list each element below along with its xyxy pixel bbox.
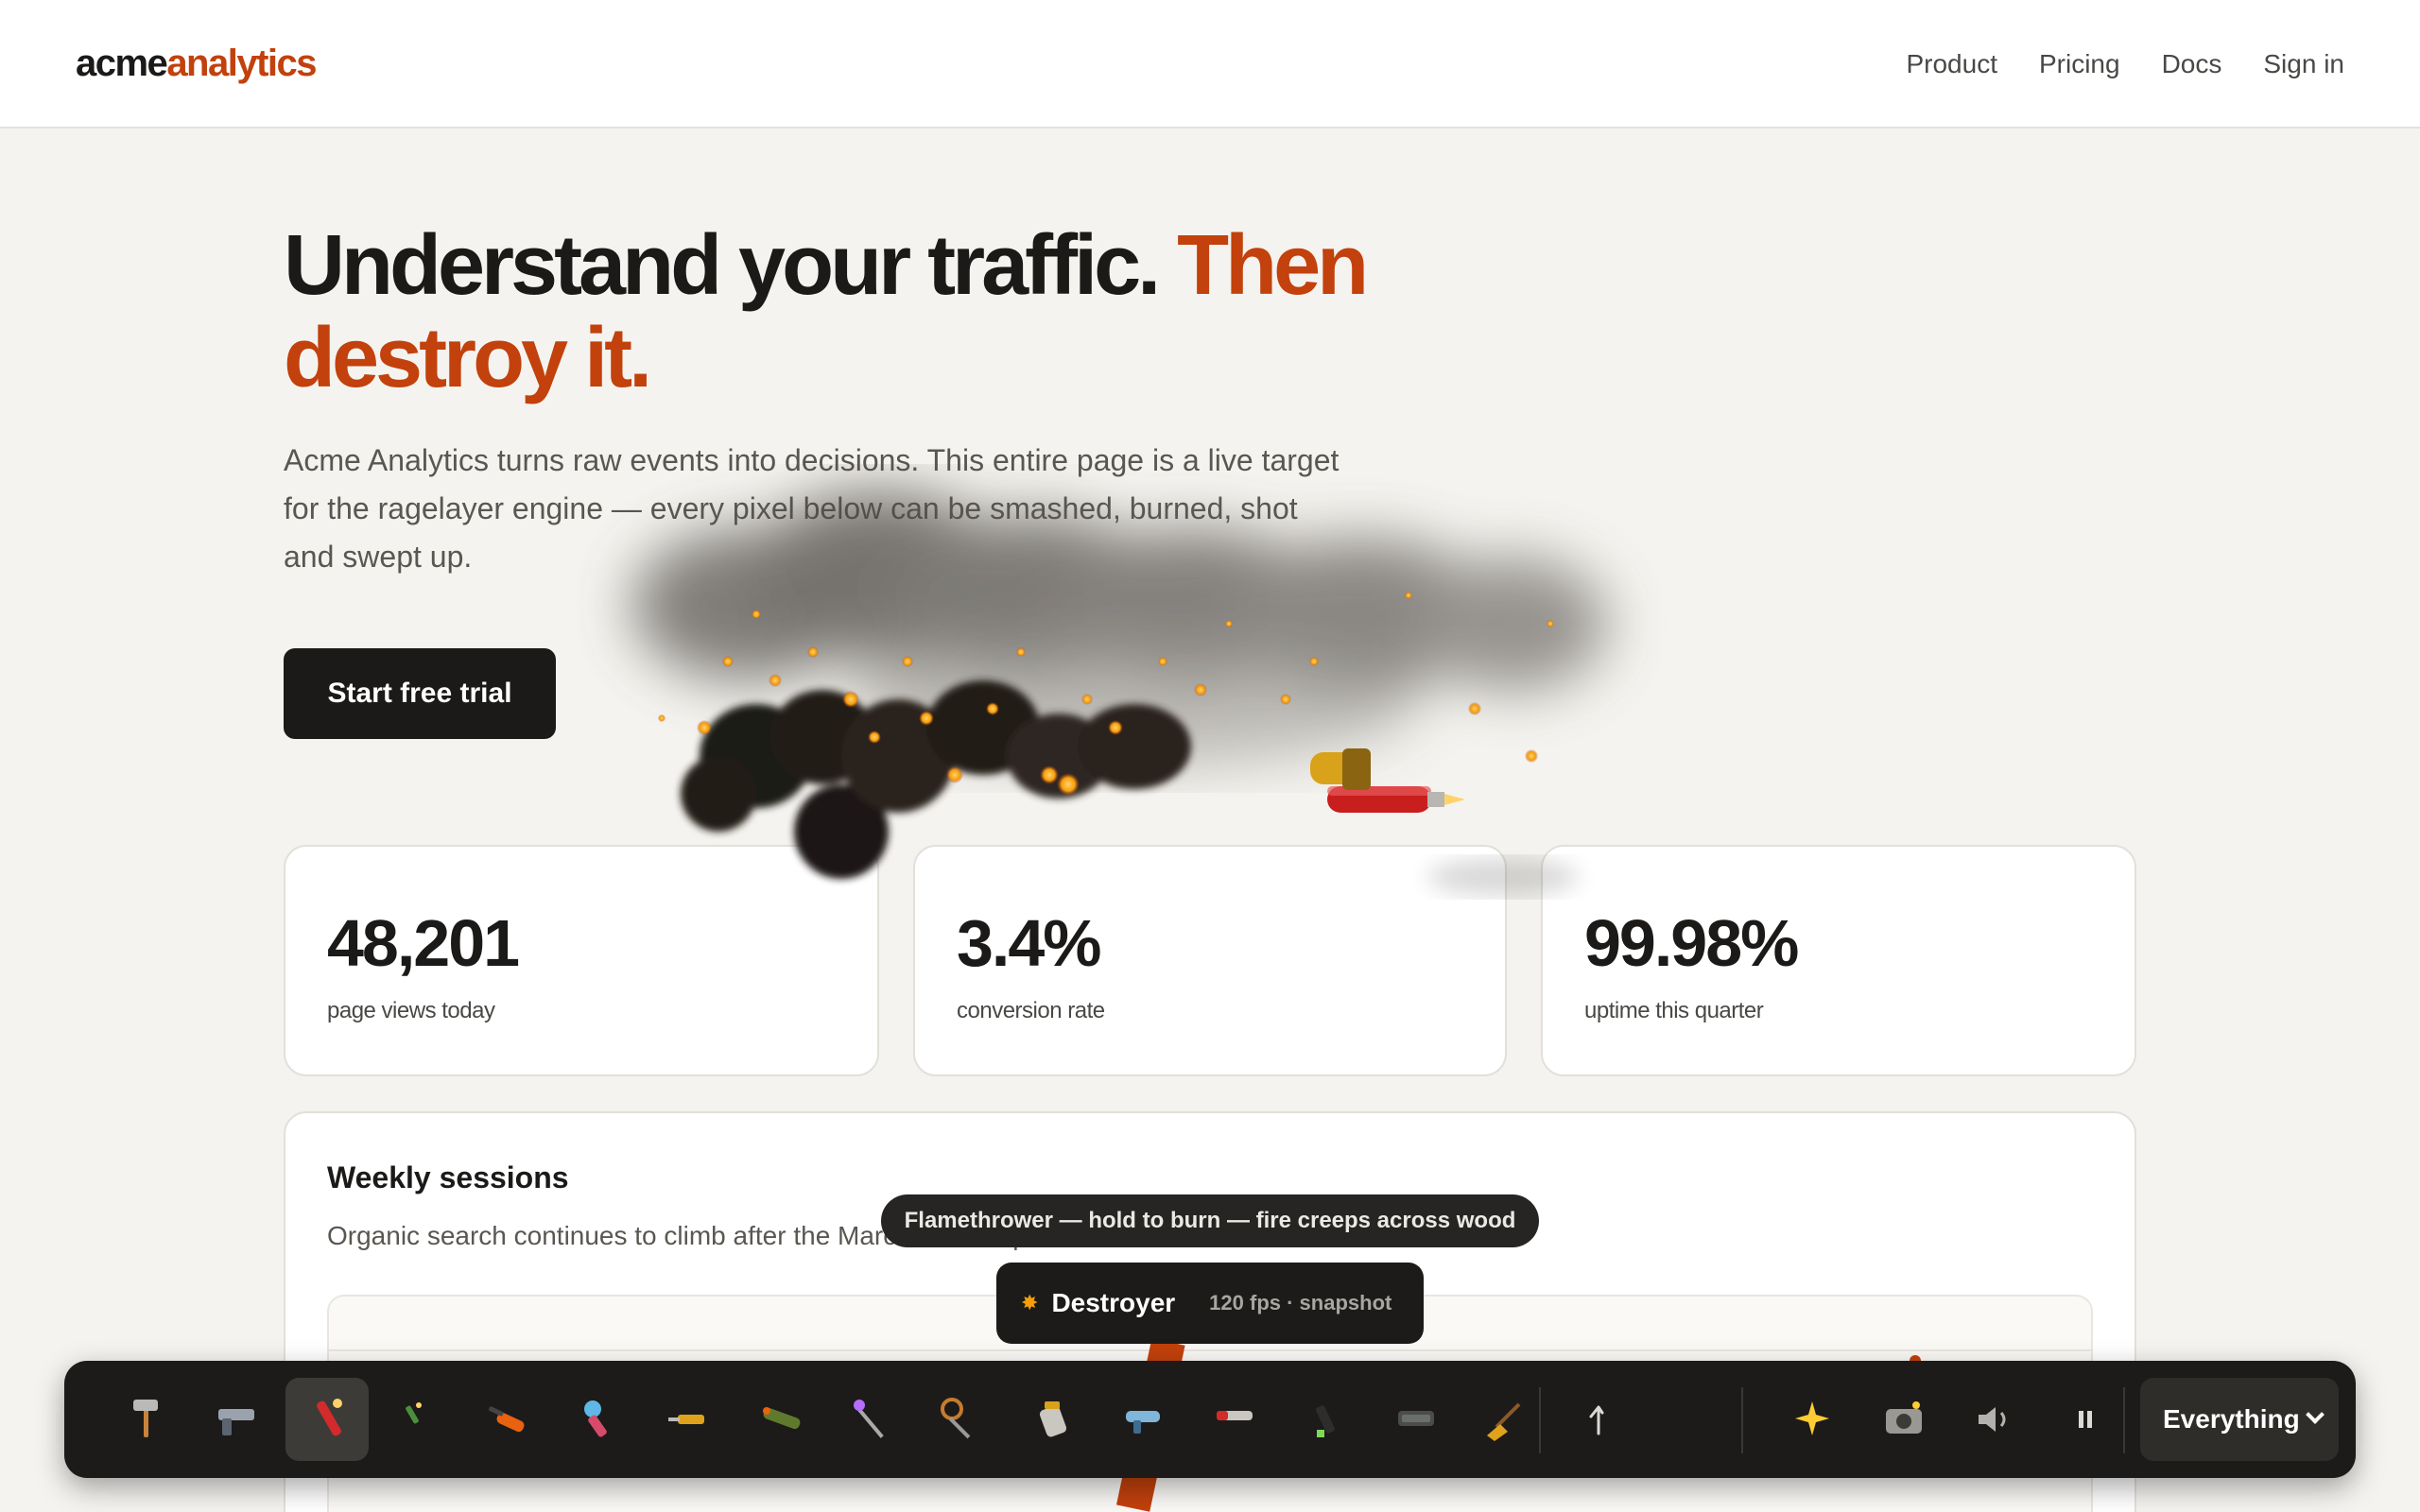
badge-fps: 120 fps · snapshot: [1209, 1291, 1392, 1314]
lollipop-icon[interactable]: [921, 1378, 1004, 1461]
stat-label: conversion rate: [957, 998, 1105, 1023]
top-nav: acmeanalytics Product Pricing Docs Sign …: [0, 0, 2420, 129]
panel-title: Weekly sessions: [327, 1160, 569, 1194]
destroyer-badge: ✸ Destroyer 120 fps · snapshot: [996, 1263, 1424, 1344]
toolbar-divider: [1741, 1387, 1743, 1453]
chevron-down-icon: [2306, 1405, 2325, 1424]
laser-icon[interactable]: [376, 1378, 459, 1461]
sparkles-icon[interactable]: [1772, 1378, 1855, 1461]
flare-gun-icon[interactable]: [1193, 1378, 1276, 1461]
nav-link-sign-in[interactable]: Sign in: [2263, 47, 2344, 81]
chart-gridline: [329, 1349, 2091, 1351]
bubble-gun-icon[interactable]: [558, 1378, 641, 1461]
stat-label: page views today: [327, 998, 495, 1023]
battery-icon[interactable]: [1374, 1378, 1458, 1461]
pause-icon[interactable]: [2044, 1378, 2127, 1461]
marker-icon[interactable]: [1284, 1378, 1367, 1461]
explosion-icon: ✸: [1021, 1291, 1039, 1314]
ember-sparks: [658, 592, 1554, 796]
toolbar-divider: [1539, 1387, 1541, 1453]
camera-icon[interactable]: [1862, 1378, 1945, 1461]
nav-links: Product Pricing Docs Sign in: [1906, 47, 2344, 81]
flamethrower-icon[interactable]: [285, 1378, 369, 1461]
target-filter-value: Everything: [2163, 1404, 2300, 1434]
nav-link-pricing[interactable]: Pricing: [2039, 47, 2120, 81]
stat-card-conversion: 3.4% conversion rate: [913, 845, 1507, 1076]
start-free-trial-button[interactable]: Start free trial: [284, 648, 556, 739]
logo-part-analytics: analytics: [166, 43, 317, 84]
undo-icon[interactable]: [1556, 1378, 1639, 1461]
stat-label: uptime this quarter: [1584, 998, 1764, 1023]
speaker-icon[interactable]: [1953, 1378, 2036, 1461]
gun-icon[interactable]: [195, 1378, 278, 1461]
stat-value: 3.4%: [957, 906, 1102, 980]
drill-icon[interactable]: [648, 1378, 732, 1461]
nav-link-docs[interactable]: Docs: [2162, 47, 2222, 81]
badge-name: Destroyer: [1051, 1288, 1176, 1317]
rocket-launcher-icon[interactable]: [739, 1378, 822, 1461]
blaster-icon[interactable]: [1102, 1378, 1185, 1461]
hammer-icon[interactable]: [104, 1378, 187, 1461]
tool-tooltip: Flamethrower — hold to burn — fire creep…: [881, 1194, 1539, 1247]
stat-value: 99.98%: [1584, 906, 1799, 980]
stat-value: 48,201: [327, 906, 520, 980]
stat-card-uptime: 99.98% uptime this quarter: [1541, 845, 2136, 1076]
nav-link-product[interactable]: Product: [1906, 47, 1997, 81]
hero-subtitle: Acme Analytics turns raw events into dec…: [284, 443, 1340, 574]
stat-card-page-views: 48,201 page views today: [284, 845, 879, 1076]
hero-title-main: Understand your traffic.: [284, 218, 1161, 313]
toolbar-divider: [2123, 1387, 2125, 1453]
hero-title: Understand your traffic. Then destroy it…: [284, 219, 1399, 404]
target-filter-select[interactable]: Everything: [2140, 1378, 2339, 1461]
logo-part-acme: acme: [76, 43, 168, 84]
logo[interactable]: acmeanalytics: [76, 40, 318, 87]
broom-icon[interactable]: [1465, 1378, 1548, 1461]
weapon-toolbar: Everything: [64, 1361, 2356, 1478]
paint-jar-icon[interactable]: [1011, 1378, 1095, 1461]
chainsaw-icon[interactable]: [467, 1378, 550, 1461]
wand-icon[interactable]: [830, 1378, 913, 1461]
